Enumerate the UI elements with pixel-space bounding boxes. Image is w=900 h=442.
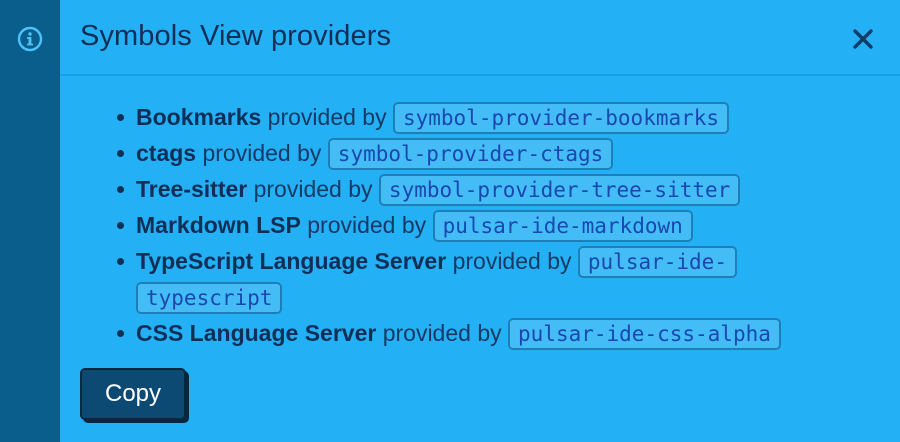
provided-by-text: provided by bbox=[382, 320, 502, 346]
provider-name: Tree-sitter bbox=[136, 176, 248, 202]
copy-button[interactable]: Copy bbox=[80, 368, 186, 420]
provider-name: CSS Language Server bbox=[136, 320, 377, 346]
list-item: Tree-sitter provided by symbol-provider-… bbox=[117, 172, 836, 208]
provided-by-text: provided by bbox=[253, 176, 373, 202]
info-icon bbox=[17, 26, 43, 52]
package-name: symbol-provider-bookmarks bbox=[392, 102, 730, 134]
notification-title: Symbols View providers bbox=[80, 20, 392, 52]
list-item: Bookmarks provided by symbol-provider-bo… bbox=[117, 100, 836, 136]
provider-name: Markdown LSP bbox=[136, 212, 301, 238]
provided-by-text: provided by bbox=[267, 104, 387, 130]
provider-name: TypeScript Language Server bbox=[136, 248, 447, 274]
notification-header: Symbols View providers bbox=[60, 0, 900, 76]
package-name: pulsar-ide-markdown bbox=[432, 210, 693, 242]
package-name: symbol-provider-ctags bbox=[327, 138, 614, 170]
list-item: Markdown LSP provided by pulsar-ide-mark… bbox=[117, 208, 836, 244]
package-name: symbol-provider-tree-sitter bbox=[378, 174, 741, 206]
provider-name: Bookmarks bbox=[136, 104, 262, 130]
provided-by-text: provided by bbox=[307, 212, 427, 238]
provider-list: Bookmarks provided by symbol-provider-bo… bbox=[117, 100, 836, 352]
close-icon[interactable] bbox=[848, 24, 878, 54]
notification-main: Symbols View providers Bookmarks provide… bbox=[60, 0, 900, 442]
provider-name: ctags bbox=[136, 140, 197, 166]
provided-by-text: provided by bbox=[202, 140, 322, 166]
list-item: TypeScript Language Server provided by p… bbox=[117, 244, 806, 316]
provided-by-text: provided by bbox=[452, 248, 572, 274]
package-name: pulsar-ide-css-alpha bbox=[508, 318, 781, 350]
list-item: CSS Language Server provided by pulsar-i… bbox=[117, 316, 836, 352]
notification-panel: Symbols View providers Bookmarks provide… bbox=[0, 0, 900, 442]
list-item: ctags provided by symbol-provider-ctags bbox=[117, 136, 836, 172]
notification-side-strip bbox=[0, 0, 60, 442]
